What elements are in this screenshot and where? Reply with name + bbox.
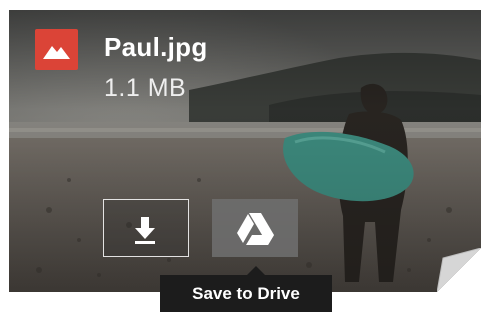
tooltip-arrow bbox=[247, 266, 265, 275]
file-size: 1.1 MB bbox=[104, 74, 187, 102]
image-file-icon bbox=[35, 29, 78, 70]
download-arrow-icon bbox=[135, 217, 155, 244]
file-name: Paul.jpg bbox=[104, 32, 208, 62]
tooltip-label: Save to Drive bbox=[192, 284, 300, 303]
download-button[interactable] bbox=[103, 199, 189, 257]
attachment-preview-card[interactable]: Paul.jpg 1.1 MB bbox=[9, 10, 481, 292]
page-curl-corner bbox=[437, 248, 481, 292]
google-drive-icon bbox=[237, 213, 274, 245]
save-to-drive-button[interactable] bbox=[212, 199, 298, 257]
save-to-drive-tooltip: Save to Drive bbox=[160, 275, 332, 312]
